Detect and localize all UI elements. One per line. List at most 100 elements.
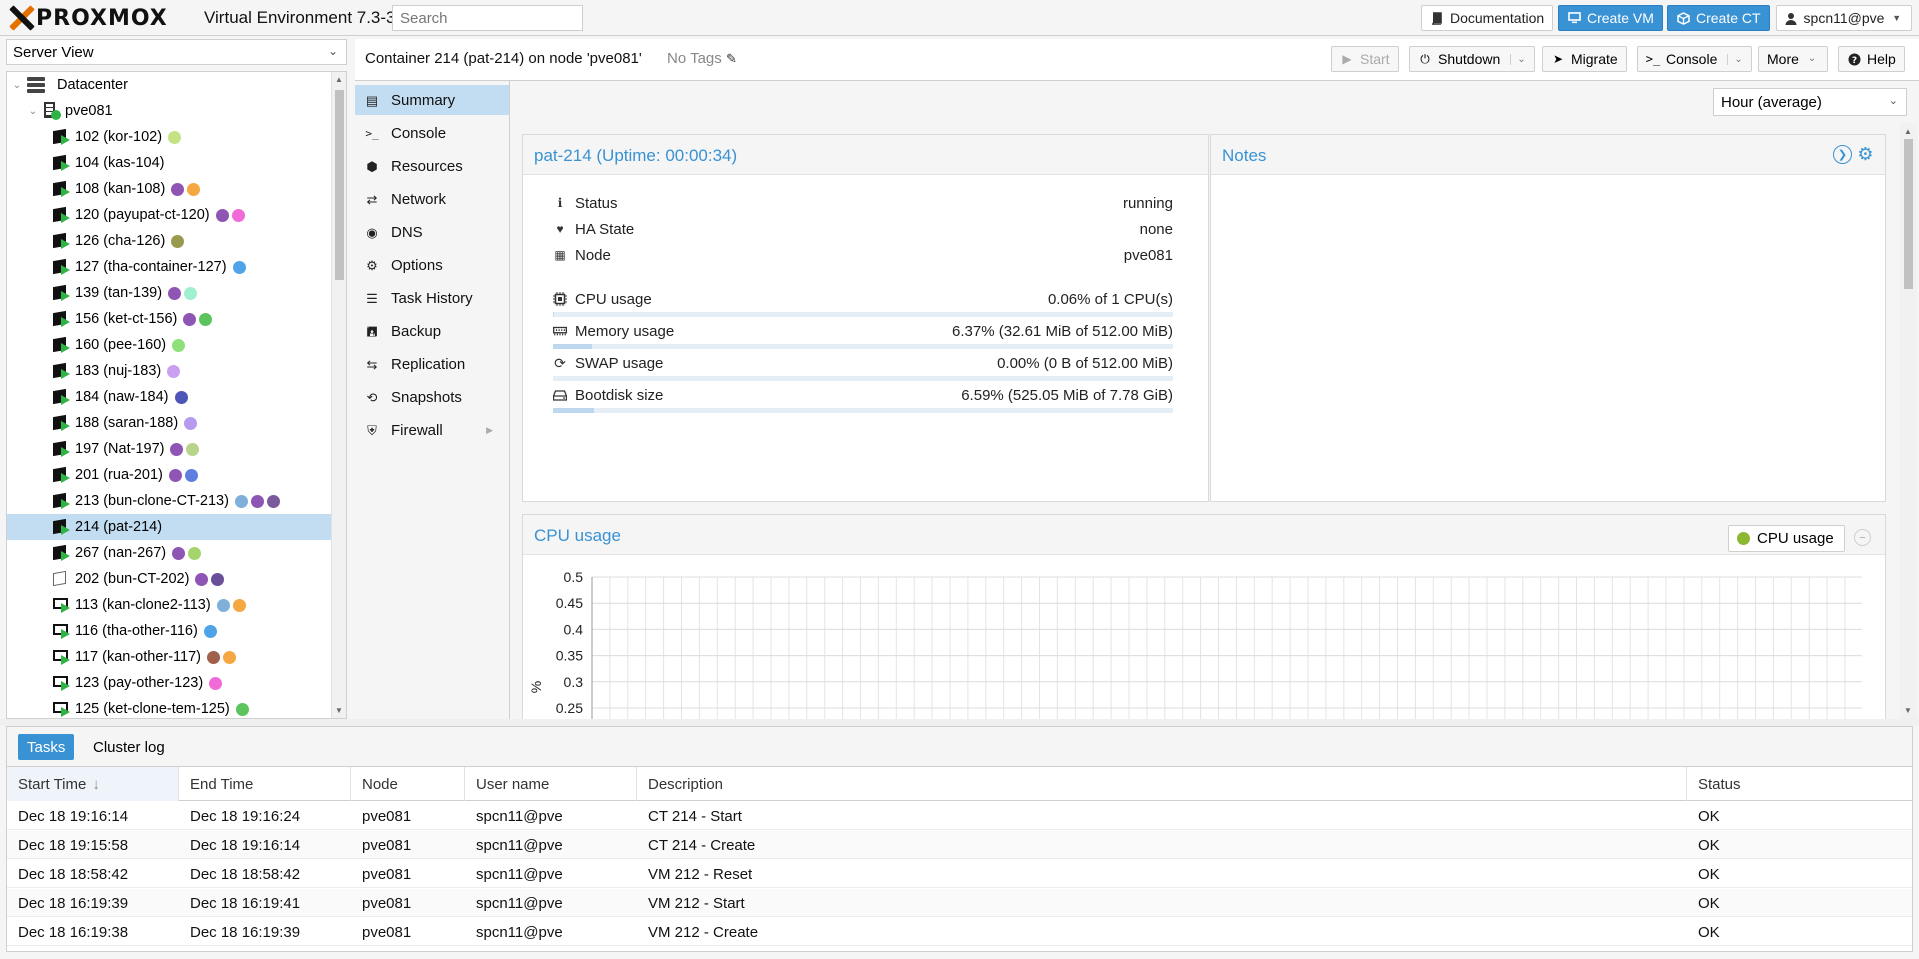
shutdown-button[interactable]: ⏻ Shutdown ⌄ bbox=[1409, 46, 1535, 72]
server-view-select[interactable]: Server View ⌄ bbox=[6, 39, 347, 65]
column-status[interactable]: Status bbox=[1687, 767, 1912, 801]
scroll-up-icon[interactable]: ▲ bbox=[335, 75, 343, 84]
tag-list bbox=[235, 702, 249, 716]
column-node[interactable]: Node bbox=[351, 767, 465, 801]
cpu-usage-legend-button[interactable]: CPU usage bbox=[1728, 525, 1845, 552]
nav-item-firewall[interactable]: ⛨ Firewall ▶ bbox=[355, 415, 509, 445]
tree-item[interactable]: 108 (kan-108) bbox=[7, 176, 331, 202]
tag-list bbox=[195, 572, 225, 586]
nav-item-summary[interactable]: ▤ Summary bbox=[355, 85, 509, 115]
tree-item[interactable]: 197 (Nat-197) bbox=[7, 436, 331, 462]
scroll-up-icon[interactable]: ▲ bbox=[1904, 127, 1912, 136]
nav-item-backup[interactable]: 🖪 Backup bbox=[355, 316, 509, 346]
nav-item-dns[interactable]: ◉ DNS bbox=[355, 217, 509, 247]
scroll-thumb[interactable] bbox=[1904, 139, 1913, 289]
scroll-down-icon[interactable]: ▼ bbox=[335, 706, 343, 715]
scroll-thumb[interactable] bbox=[335, 90, 344, 280]
collapse-toggle-icon[interactable]: ⌄ bbox=[27, 106, 39, 117]
create-ct-button[interactable]: Create CT bbox=[1667, 5, 1770, 31]
tree-item[interactable]: 160 (pee-160) bbox=[7, 332, 331, 358]
resource-tree[interactable]: ⌄ Datacenter ⌄ pve081 102 (kor-102) 104 (… bbox=[6, 71, 347, 719]
tree-item[interactable]: 127 (tha-container-127) bbox=[7, 254, 331, 280]
nav-item-task-history[interactable]: ☰ Task History bbox=[355, 283, 509, 313]
tree-item[interactable]: 267 (nan-267) bbox=[7, 540, 331, 566]
create-vm-button[interactable]: Create VM bbox=[1558, 5, 1663, 31]
more-button[interactable]: More ⌄ bbox=[1758, 46, 1828, 72]
proxmox-logo[interactable]: PROXMOX bbox=[8, 5, 168, 31]
timeframe-select[interactable]: Hour (average) ⌄ bbox=[1713, 88, 1907, 116]
tree-scrollbar[interactable]: ▲ ▼ bbox=[331, 72, 346, 718]
panel-splitter[interactable] bbox=[0, 719, 1919, 726]
help-button[interactable]: ? Help bbox=[1838, 46, 1905, 72]
cpu-usage-bar bbox=[553, 312, 1173, 317]
tree-item[interactable]: 139 (tan-139) bbox=[7, 280, 331, 306]
search-input[interactable] bbox=[392, 5, 583, 31]
nav-item-resources[interactable]: ⬢ Resources bbox=[355, 151, 509, 181]
tree-item[interactable]: 123 (pay-other-123) bbox=[7, 670, 331, 696]
table-cell: pve081 bbox=[362, 836, 412, 854]
expand-icon[interactable]: ❯ bbox=[1833, 145, 1852, 164]
tree-item[interactable]: 188 (saran-188) bbox=[7, 410, 331, 436]
gear-icon[interactable]: ⚙ bbox=[1856, 144, 1875, 164]
column-start-time[interactable]: Start Time ↓ bbox=[7, 767, 179, 801]
table-row[interactable]: Dec 18 16:19:39 Dec 18 16:19:41 pve081 spcn… bbox=[7, 889, 1912, 917]
tree-item[interactable]: 202 (bun-CT-202) bbox=[7, 566, 331, 592]
nav-item-network[interactable]: ⇄ Network bbox=[355, 184, 509, 214]
tree-item-label: 125 (ket-clone-tem-125) bbox=[75, 701, 230, 717]
tree-item[interactable]: 125 (ket-clone-tem-125) bbox=[7, 696, 331, 718]
tag-list bbox=[172, 546, 202, 560]
documentation-button[interactable]: Documentation bbox=[1421, 5, 1554, 31]
table-row[interactable]: Dec 18 18:58:42 Dec 18 18:58:42 pve081 spcn… bbox=[7, 860, 1912, 888]
tree-item[interactable]: 213 (bun-clone-CT-213) bbox=[7, 488, 331, 514]
tree-item[interactable]: 214 (pat-214) bbox=[7, 514, 331, 540]
column-description[interactable]: Description bbox=[637, 767, 1687, 801]
user-menu-button[interactable]: spcn11@pve ▼ bbox=[1776, 5, 1912, 31]
nav-item-options[interactable]: ⚙ Options bbox=[355, 250, 509, 280]
table-cell: spcn11@pve bbox=[476, 836, 563, 854]
container-running-icon bbox=[53, 362, 70, 379]
tree-item-label: 188 (saran-188) bbox=[75, 415, 179, 431]
tree-item[interactable]: 184 (naw-184) bbox=[7, 384, 331, 410]
nav-item-snapshots[interactable]: ⟲ Snapshots bbox=[355, 382, 509, 412]
tag-dot bbox=[174, 390, 188, 404]
collapse-toggle-icon[interactable]: ⌄ bbox=[11, 80, 23, 91]
summary-view: Hour (average) ⌄ pat-214 (Uptime: 00:00:… bbox=[511, 81, 1919, 719]
pencil-icon[interactable]: ✎ bbox=[726, 51, 737, 66]
table-row[interactable]: Dec 18 19:16:14 Dec 18 19:16:24 pve081 spcn… bbox=[7, 802, 1912, 830]
tree-item[interactable]: 117 (kan-other-117) bbox=[7, 644, 331, 670]
tree-item[interactable]: 120 (payupat-ct-120) bbox=[7, 202, 331, 228]
vm-running-icon bbox=[53, 623, 70, 639]
scroll-down-icon[interactable]: ▼ bbox=[1904, 706, 1912, 715]
tab-cluster-log[interactable]: Cluster log bbox=[84, 734, 174, 760]
chevron-down-icon[interactable]: ⌄ bbox=[1510, 53, 1526, 65]
nav-item-console[interactable]: >_ Console bbox=[355, 118, 509, 148]
table-row[interactable]: Dec 18 19:15:58 Dec 18 19:16:14 pve081 spcn… bbox=[7, 831, 1912, 859]
nav-item-replication[interactable]: ⇆ Replication bbox=[355, 349, 509, 379]
column-end-time[interactable]: End Time bbox=[179, 767, 351, 801]
tree-item[interactable]: 126 (cha-126) bbox=[7, 228, 331, 254]
collapse-icon[interactable]: − bbox=[1854, 529, 1871, 546]
console-button[interactable]: >_ Console ⌄ bbox=[1637, 46, 1752, 72]
tree-item[interactable]: 183 (nuj-183) bbox=[7, 358, 331, 384]
start-button[interactable]: ▶ Start bbox=[1331, 46, 1399, 72]
tags-editor[interactable]: No Tags ✎ bbox=[667, 50, 737, 67]
tree-item[interactable]: 156 (ket-ct-156) bbox=[7, 306, 331, 332]
tree-item[interactable]: 116 (tha-other-116) bbox=[7, 618, 331, 644]
tree-item[interactable]: 104 (kas-104) bbox=[7, 150, 331, 176]
chevron-down-icon[interactable]: ⌄ bbox=[1727, 53, 1743, 65]
user-label: spcn11@pve bbox=[1803, 10, 1885, 26]
tree-item-node[interactable]: ⌄ pve081 bbox=[7, 98, 331, 124]
container-running-icon bbox=[53, 440, 70, 457]
summary-scrollbar[interactable]: ▲ ▼ bbox=[1900, 123, 1917, 719]
table-row[interactable]: Dec 18 16:19:38 Dec 18 16:19:39 pve081 spcn… bbox=[7, 918, 1912, 946]
column-user-name[interactable]: User name bbox=[465, 767, 637, 801]
tab-tasks[interactable]: Tasks bbox=[18, 734, 75, 760]
ha-state-label: HA State bbox=[575, 220, 635, 238]
tree-item-datacenter[interactable]: ⌄ Datacenter bbox=[7, 72, 331, 98]
migrate-button[interactable]: ➤ Migrate bbox=[1542, 46, 1627, 72]
tree-item[interactable]: 201 (rua-201) bbox=[7, 462, 331, 488]
tree-item[interactable]: 102 (kor-102) bbox=[7, 124, 331, 150]
tree-item[interactable]: 113 (kan-clone2-113) bbox=[7, 592, 331, 618]
content-header: Container 214 (pat-214) on node 'pve081'… bbox=[355, 39, 1919, 81]
tag-dot bbox=[250, 494, 264, 508]
